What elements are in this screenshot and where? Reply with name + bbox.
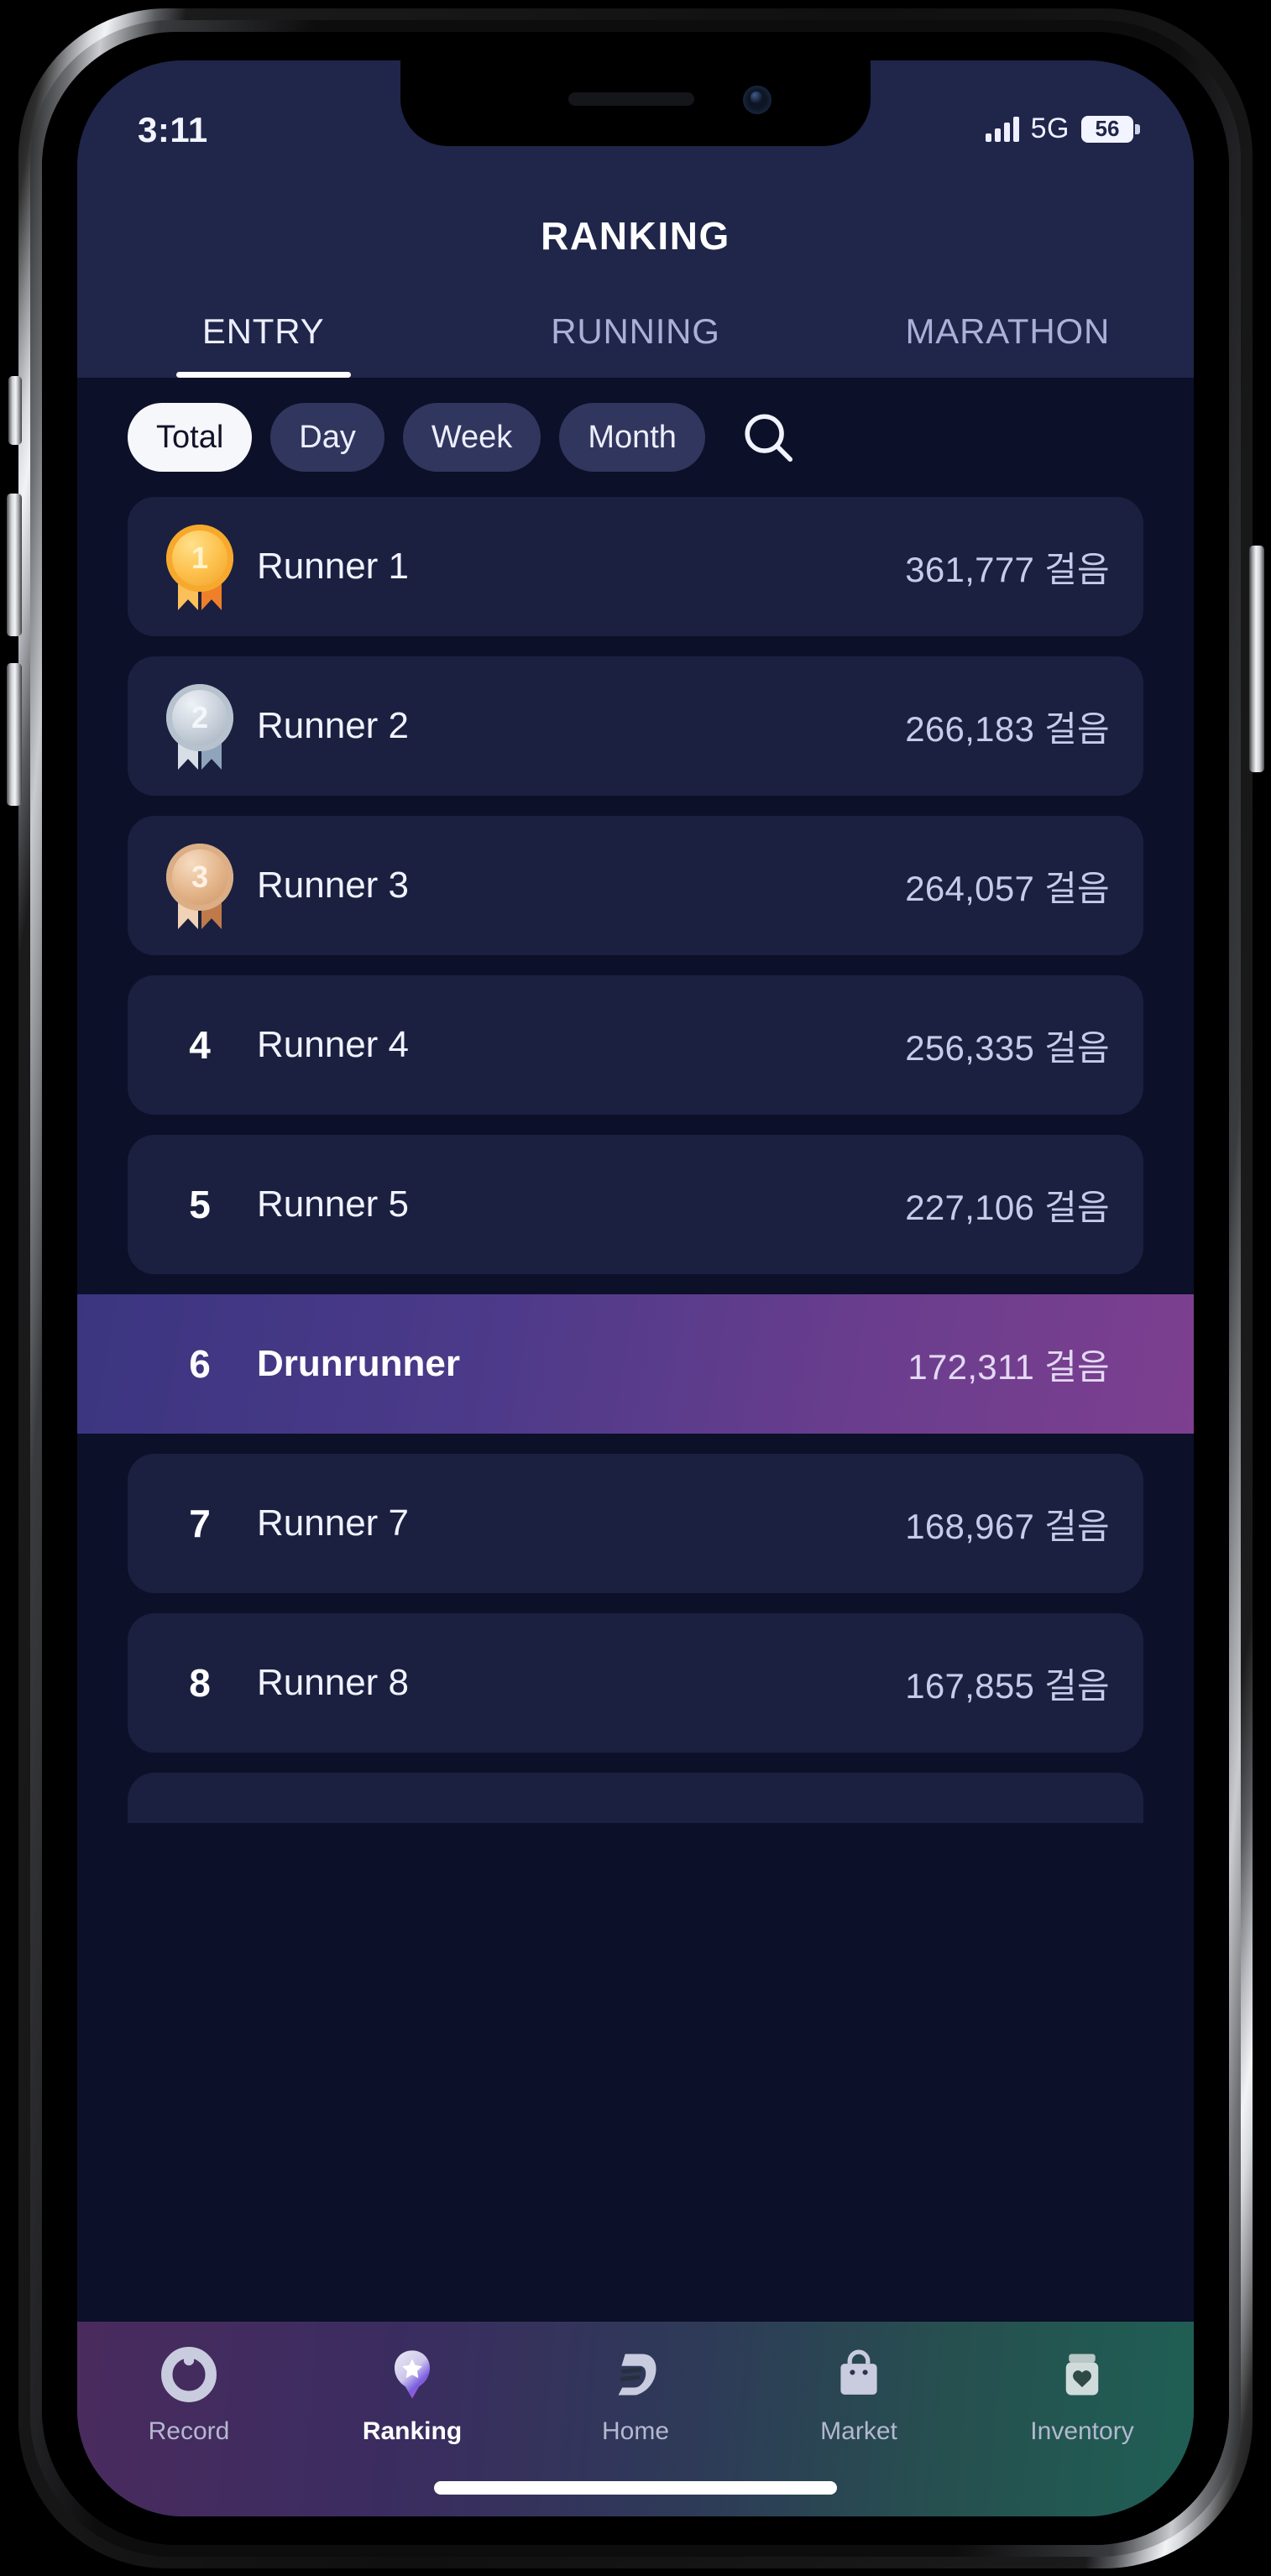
tab-running-label: RUNNING xyxy=(551,311,720,351)
status-bar: 3:11 5G 56 xyxy=(77,60,1194,186)
filter-chip-week-label: Week xyxy=(431,419,513,455)
rank-cell: 2 xyxy=(161,682,238,770)
runner-name: Runner 4 xyxy=(257,1024,410,1065)
front-camera-icon xyxy=(743,86,771,114)
rank-cell: 7 xyxy=(161,1501,238,1546)
rank-cell: 6 xyxy=(161,1341,238,1387)
status-time: 3:11 xyxy=(138,110,208,149)
steps-value: 266,183 걸음 xyxy=(905,708,1110,749)
nav-item-home-label: Home xyxy=(601,2417,670,2445)
steps-value: 168,967 걸음 xyxy=(905,1506,1110,1546)
rank-number: 6 xyxy=(189,1342,211,1386)
rank-cell: 5 xyxy=(161,1182,238,1227)
nav-item-ranking-label: Ranking xyxy=(362,2417,463,2445)
tab-marathon-label: MARATHON xyxy=(905,311,1111,351)
steps-value: 361,777 걸음 xyxy=(905,549,1110,589)
bottom-nav-bar: Record Ranking Home Market Inventory xyxy=(77,2322,1194,2516)
rank-cell: 8 xyxy=(161,1660,238,1706)
nav-item-record-label: Record xyxy=(148,2417,230,2445)
filter-bar: Total Day Week Month xyxy=(77,378,1194,497)
table-row[interactable]: 3 Runner 3 264,057 걸음 xyxy=(128,816,1143,955)
badge-star-icon xyxy=(381,2343,443,2406)
ranking-app: 3:11 5G 56 RANKING ENTRY RUNNING MARATHO… xyxy=(77,60,1194,2516)
rank-number: 4 xyxy=(189,1023,211,1067)
search-icon[interactable] xyxy=(732,401,804,473)
table-row[interactable]: 4 Runner 4 256,335 걸음 xyxy=(128,975,1143,1115)
shopping-bag-icon xyxy=(828,2343,890,2406)
rank-number: 7 xyxy=(189,1502,211,1545)
power-button[interactable] xyxy=(1249,546,1264,772)
tab-running[interactable]: RUNNING xyxy=(449,285,821,378)
filter-chip-week[interactable]: Week xyxy=(402,403,541,472)
rank-number: 3 xyxy=(166,844,233,911)
page-title: RANKING xyxy=(541,214,730,258)
runner-name: Runner 8 xyxy=(257,1662,410,1703)
silver-medal-icon: 2 xyxy=(163,682,237,770)
steps-value: 227,106 걸음 xyxy=(905,1187,1110,1227)
steps-value: 167,855 걸음 xyxy=(905,1665,1110,1706)
rank-cell: 1 xyxy=(161,523,238,610)
network-type-label: 5G xyxy=(1030,112,1070,144)
filter-chip-month[interactable]: Month xyxy=(559,403,705,472)
filter-chip-day-label: Day xyxy=(299,419,356,455)
gold-medal-icon: 1 xyxy=(163,523,237,610)
screenshot-stage: 3:11 5G 56 RANKING ENTRY RUNNING MARATHO… xyxy=(0,0,1271,2576)
rank-number: 2 xyxy=(166,684,233,751)
table-row[interactable]: 7 Runner 7 168,967 걸음 xyxy=(128,1454,1143,1593)
nav-item-ranking[interactable]: Ranking xyxy=(301,2343,524,2446)
nav-item-home[interactable]: Home xyxy=(524,2343,747,2446)
steps-value: 172,311 걸음 xyxy=(907,1346,1110,1387)
battery-icon: 56 xyxy=(1081,115,1140,143)
filter-chip-total-label: Total xyxy=(156,419,224,455)
nav-item-market-label: Market xyxy=(820,2417,897,2445)
ranking-list[interactable]: 1 Runner 1 361,777 걸음 2 Runner 2 266,183 xyxy=(77,497,1194,2322)
tab-marathon[interactable]: MARATHON xyxy=(822,285,1194,378)
runner-name: Runner 5 xyxy=(257,1183,410,1225)
cellular-bars-icon xyxy=(985,116,1019,142)
home-indicator[interactable] xyxy=(434,2481,837,2495)
table-row[interactable]: 1 Runner 1 361,777 걸음 xyxy=(128,497,1143,636)
silent-switch-button[interactable] xyxy=(8,376,22,445)
filter-chip-day[interactable]: Day xyxy=(270,403,384,472)
battery-level-label: 56 xyxy=(1095,116,1120,141)
runner-name: Runner 7 xyxy=(257,1502,410,1544)
table-row[interactable]: 5 Runner 5 227,106 걸음 xyxy=(128,1135,1143,1274)
top-tab-bar: ENTRY RUNNING MARATHON xyxy=(77,285,1194,378)
runner-name: Runner 3 xyxy=(257,865,410,906)
nav-item-inventory[interactable]: Inventory xyxy=(970,2343,1194,2446)
device-notch xyxy=(400,60,871,146)
nav-item-record[interactable]: Record xyxy=(77,2343,301,2446)
tab-entry-label: ENTRY xyxy=(201,311,325,351)
d-logo-icon xyxy=(604,2343,667,2406)
rank-number: 8 xyxy=(189,1661,211,1705)
runner-name: Runner 2 xyxy=(257,705,410,746)
table-row-current-user[interactable]: 6 Drunrunner 172,311 걸음 xyxy=(77,1294,1194,1434)
steps-value: 256,335 걸음 xyxy=(905,1027,1110,1068)
bronze-medal-icon: 3 xyxy=(163,842,237,929)
nav-item-market[interactable]: Market xyxy=(747,2343,970,2446)
volume-up-button[interactable] xyxy=(7,494,22,636)
rank-number: 1 xyxy=(166,525,233,592)
nav-item-inventory-label: Inventory xyxy=(1030,2417,1134,2445)
table-row-partial[interactable] xyxy=(128,1773,1143,1823)
rank-cell: 3 xyxy=(161,842,238,929)
rank-number: 5 xyxy=(189,1183,211,1226)
volume-down-button[interactable] xyxy=(7,663,22,806)
table-row[interactable]: 2 Runner 2 266,183 걸음 xyxy=(128,656,1143,796)
steps-value: 264,057 걸음 xyxy=(905,868,1110,908)
phone-screen: 3:11 5G 56 RANKING ENTRY RUNNING MARATHO… xyxy=(77,60,1194,2516)
filter-chip-month-label: Month xyxy=(588,419,677,455)
runner-name: Drunrunner xyxy=(257,1343,460,1384)
jar-heart-icon xyxy=(1051,2343,1113,2406)
runner-name: Runner 1 xyxy=(257,546,410,587)
record-ring-icon xyxy=(158,2343,220,2406)
app-header: RANKING xyxy=(77,186,1194,285)
tab-entry[interactable]: ENTRY xyxy=(77,285,449,378)
earpiece-speaker xyxy=(568,92,694,106)
rank-cell: 4 xyxy=(161,1022,238,1068)
filter-chip-total[interactable]: Total xyxy=(128,403,253,472)
status-indicators: 5G 56 xyxy=(985,112,1140,145)
table-row[interactable]: 8 Runner 8 167,855 걸음 xyxy=(128,1613,1143,1753)
